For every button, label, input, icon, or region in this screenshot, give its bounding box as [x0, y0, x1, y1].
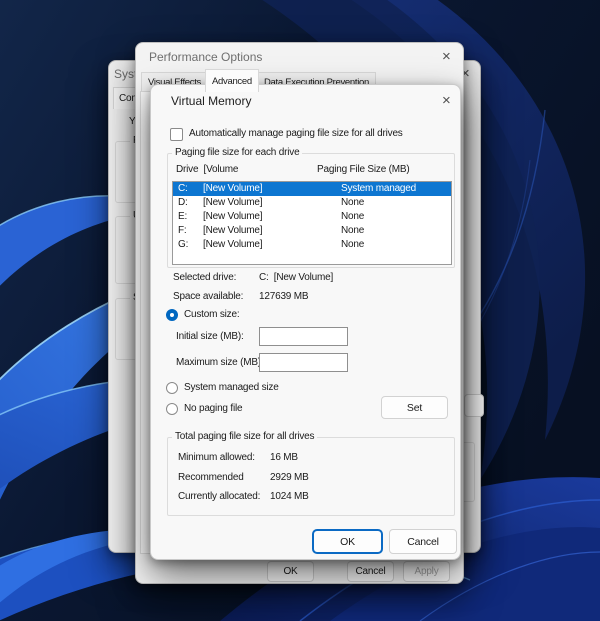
selected-drive-value: C: [New Volume] [259, 272, 334, 283]
drive-volume: [New Volume] [203, 183, 263, 194]
drive-row-e[interactable]: E: [New Volume] None [173, 210, 451, 224]
paging-file-group-label: Paging file size for each drive [172, 147, 303, 158]
vm-ok-button[interactable]: OK [312, 529, 383, 554]
performance-options-title: Performance Options [149, 50, 263, 64]
drive-volume: [New Volume] [203, 197, 263, 208]
drive-row-c[interactable]: C: [New Volume] System managed [173, 182, 451, 196]
auto-manage-label: Automatically manage paging file size fo… [189, 128, 403, 139]
maximum-size-label: Maximum size (MB): [176, 357, 264, 368]
initial-size-input[interactable] [259, 327, 348, 346]
drive-letter: D: [178, 197, 188, 208]
close-icon[interactable]: × [442, 93, 451, 108]
space-available-value: 127639 MB [259, 291, 309, 302]
vm-cancel-button[interactable]: Cancel [389, 529, 457, 554]
total-paging-group-label: Total paging file size for all drives [172, 431, 318, 442]
initial-size-label: Initial size (MB): [176, 331, 244, 342]
system-managed-radio[interactable] [166, 382, 178, 394]
perf-apply-button[interactable]: Apply [403, 561, 450, 582]
drive-letter: G: [178, 239, 189, 250]
drive-listbox[interactable]: C: [New Volume] System managed D: [New V… [172, 181, 452, 265]
column-header-size: Paging File Size (MB) [317, 164, 410, 175]
total-paging-group: Total paging file size for all drives Mi… [167, 431, 455, 516]
maximum-size-input[interactable] [259, 353, 348, 372]
perf-cancel-button[interactable]: Cancel [347, 561, 394, 582]
perf-ok-button[interactable]: OK [267, 561, 314, 582]
drive-letter: C: [178, 183, 188, 194]
drive-letter: E: [178, 211, 188, 222]
system-managed-label: System managed size [184, 382, 279, 393]
recommended-value: 2929 MB [270, 472, 309, 483]
drive-paging-size: None [341, 225, 365, 236]
drive-paging-size: None [341, 239, 365, 250]
custom-size-radio[interactable] [166, 309, 178, 321]
drive-row-d[interactable]: D: [New Volume] None [173, 196, 451, 210]
auto-manage-checkbox[interactable] [170, 128, 183, 141]
drive-paging-size: None [341, 197, 365, 208]
selected-drive-label: Selected drive: [173, 272, 237, 283]
set-button[interactable]: Set [381, 396, 448, 419]
virtual-memory-dialog: Virtual Memory × Automatically manage pa… [150, 84, 461, 560]
space-available-label: Space available: [173, 291, 244, 302]
minimum-allowed-value: 16 MB [270, 452, 298, 463]
no-paging-radio[interactable] [166, 403, 178, 415]
drive-row-f[interactable]: F: [New Volume] None [173, 224, 451, 238]
virtual-memory-title: Virtual Memory [171, 94, 252, 108]
partially-hidden-button[interactable] [464, 394, 484, 417]
paging-file-group: Paging file size for each drive Drive [V… [167, 147, 455, 268]
column-header-drive: Drive [Volume [176, 164, 239, 175]
tab-advanced-label: Advanced [212, 75, 252, 87]
tab-advanced[interactable]: Advanced [205, 69, 259, 92]
recommended-label: Recommended [178, 472, 244, 483]
custom-size-label: Custom size: [184, 309, 240, 320]
drive-volume: [New Volume] [203, 225, 263, 236]
minimum-allowed-label: Minimum allowed: [178, 452, 255, 463]
drive-letter: F: [178, 225, 187, 236]
currently-allocated-label: Currently allocated: [178, 491, 261, 502]
close-icon[interactable]: × [442, 49, 451, 64]
drive-paging-size: None [341, 211, 365, 222]
currently-allocated-value: 1024 MB [270, 491, 309, 502]
no-paging-label: No paging file [184, 403, 243, 414]
drive-row-g[interactable]: G: [New Volume] None [173, 238, 451, 252]
drive-volume: [New Volume] [203, 211, 263, 222]
drive-volume: [New Volume] [203, 239, 263, 250]
drive-paging-size: System managed [341, 183, 417, 194]
